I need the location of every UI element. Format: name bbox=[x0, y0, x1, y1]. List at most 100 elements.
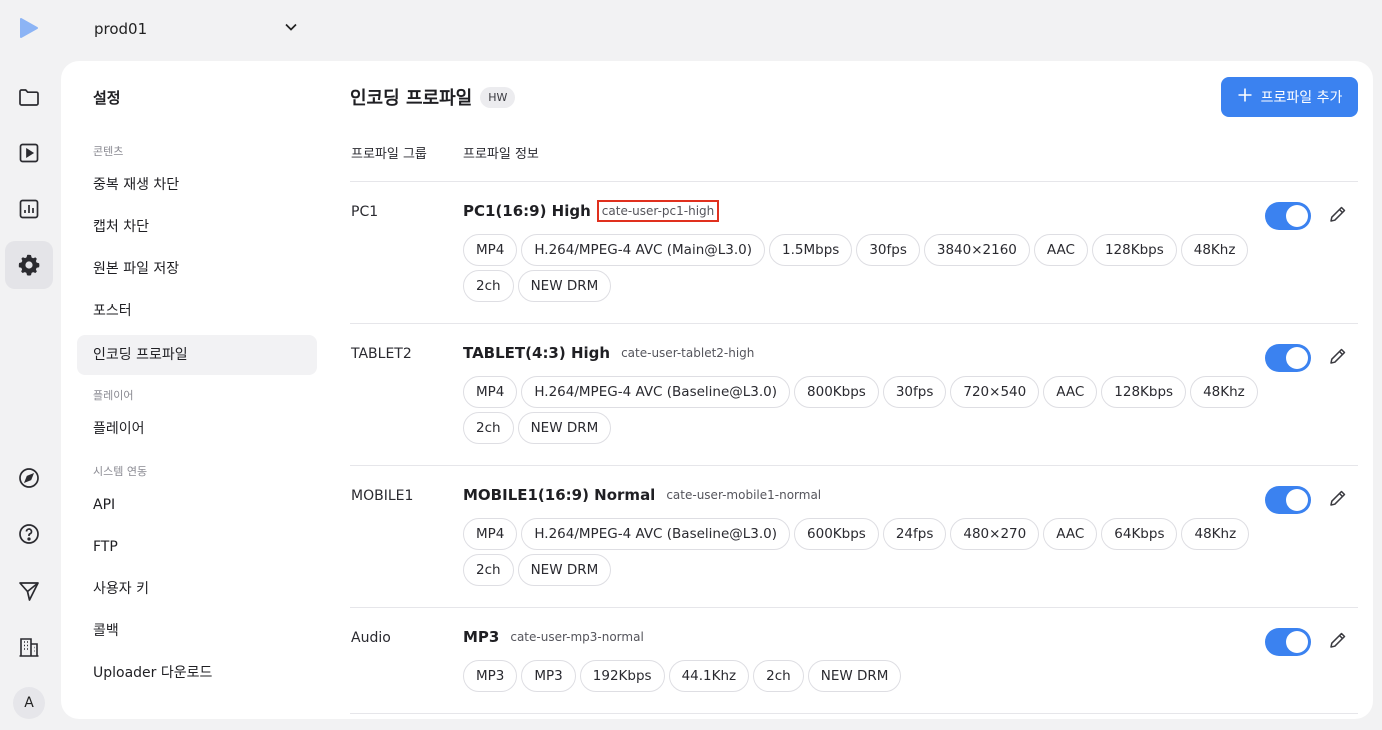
chip-drm: NEW DRM bbox=[807, 660, 902, 692]
page-title: 인코딩 프로파일 HW bbox=[350, 84, 516, 110]
chip-drm: NEW DRM bbox=[517, 270, 612, 302]
profile-chips: MP4 H.264/MPEG-4 AVC (Baseline@L3.0) 800… bbox=[463, 376, 1263, 444]
chip-video-codec: H.264/MPEG-4 AVC (Main@L3.0) bbox=[521, 234, 766, 266]
profile-chips: MP4 H.264/MPEG-4 AVC (Main@L3.0) 1.5Mbps… bbox=[463, 234, 1263, 302]
user-avatar[interactable]: A bbox=[13, 687, 45, 719]
chart-icon[interactable] bbox=[5, 185, 53, 233]
chip-framerate: 30fps bbox=[856, 234, 920, 266]
nav-section-content: 콘텐츠 bbox=[93, 145, 124, 158]
send-icon[interactable] bbox=[5, 567, 53, 615]
edit-pencil-icon[interactable] bbox=[1328, 630, 1350, 652]
column-header-info: 프로파일 정보 bbox=[463, 147, 539, 162]
profile-row: TABLET2 TABLET(4:3) High cate-user-table… bbox=[350, 324, 1358, 466]
profile-name: TABLET(4:3) High bbox=[463, 344, 611, 362]
profile-enable-toggle[interactable] bbox=[1265, 344, 1311, 372]
nav-item-duplicate-block[interactable]: 중복 재생 차단 bbox=[77, 165, 317, 205]
nav-item-api[interactable]: API bbox=[77, 485, 317, 525]
edit-pencil-icon[interactable] bbox=[1328, 488, 1350, 510]
profile-group: Audio bbox=[351, 630, 391, 646]
chip-audio-bitrate: 128Kbps bbox=[1091, 234, 1177, 266]
profile-group: TABLET2 bbox=[351, 346, 412, 362]
chip-video-bitrate: 600Kbps bbox=[794, 518, 879, 550]
nav-item-original-save[interactable]: 원본 파일 저장 bbox=[77, 249, 317, 289]
hw-badge: HW bbox=[480, 86, 516, 108]
chip-drm: NEW DRM bbox=[517, 554, 612, 586]
profile-group: MOBILE1 bbox=[351, 488, 414, 504]
add-profile-label: 프로파일 추가 bbox=[1260, 90, 1343, 106]
chip-channels: 2ch bbox=[463, 554, 514, 586]
nav-item-uploader-download[interactable]: Uploader 다운로드 bbox=[77, 653, 317, 693]
toggle-knob bbox=[1286, 347, 1308, 369]
toggle-knob bbox=[1286, 489, 1308, 511]
chip-framerate: 24fps bbox=[882, 518, 947, 550]
chip-samplerate: 48Khz bbox=[1190, 376, 1258, 408]
nav-item-player[interactable]: 플레이어 bbox=[77, 409, 317, 449]
project-name: prod01 bbox=[94, 20, 148, 38]
plus-icon bbox=[1237, 87, 1253, 107]
edit-pencil-icon[interactable] bbox=[1328, 346, 1350, 368]
settings-title: 설정 bbox=[93, 89, 121, 107]
nav-section-player: 플레이어 bbox=[93, 389, 134, 402]
chip-channels: 2ch bbox=[753, 660, 804, 692]
profile-code: cate-user-mobile1-normal bbox=[666, 488, 822, 502]
chip-resolution: 3840×2160 bbox=[923, 234, 1030, 266]
compass-icon[interactable] bbox=[5, 454, 53, 502]
chip-video-bitrate: 800Kbps bbox=[794, 376, 879, 408]
gear-icon[interactable] bbox=[5, 241, 53, 289]
profile-title: MOBILE1(16:9) Normal cate-user-mobile1-n… bbox=[463, 486, 824, 504]
chip-audio-codec: AAC bbox=[1043, 518, 1098, 550]
chip-audio-codec: AAC bbox=[1033, 234, 1088, 266]
chevron-down-icon bbox=[282, 18, 300, 40]
chip-resolution: 720×540 bbox=[950, 376, 1040, 408]
app-logo-icon[interactable] bbox=[19, 17, 39, 43]
chip-channels: 2ch bbox=[463, 412, 514, 444]
project-selector[interactable]: prod01 bbox=[80, 12, 312, 46]
profile-code: cate-user-pc1-high bbox=[596, 200, 720, 222]
profile-row: MOBILE1 MOBILE1(16:9) Normal cate-user-m… bbox=[350, 466, 1358, 608]
profile-chips: MP4 H.264/MPEG-4 AVC (Baseline@L3.0) 600… bbox=[463, 518, 1263, 586]
profile-row: Audio MP3 cate-user-mp3-normal MP3 MP3 1… bbox=[350, 608, 1358, 714]
chip-video-bitrate: 1.5Mbps bbox=[769, 234, 853, 266]
add-profile-button[interactable]: 프로파일 추가 bbox=[1221, 77, 1358, 117]
chip-video-codec: H.264/MPEG-4 AVC (Baseline@L3.0) bbox=[521, 376, 791, 408]
building-icon[interactable] bbox=[5, 623, 53, 671]
edit-pencil-icon[interactable] bbox=[1328, 204, 1350, 226]
nav-item-ftp[interactable]: FTP bbox=[77, 527, 317, 567]
chip-audio-bitrate: 192Kbps bbox=[579, 660, 665, 692]
chip-samplerate: 44.1Khz bbox=[668, 660, 750, 692]
toggle-knob bbox=[1286, 205, 1308, 227]
profile-title: PC1(16:9) High cate-user-pc1-high bbox=[463, 200, 720, 222]
main-card: 설정 콘텐츠 중복 재생 차단 캡처 차단 원본 파일 저장 포스터 인코딩 프… bbox=[61, 61, 1373, 719]
profile-code: cate-user-mp3-normal bbox=[510, 630, 644, 644]
profile-code: cate-user-tablet2-high bbox=[621, 346, 755, 360]
chip-framerate: 30fps bbox=[882, 376, 947, 408]
nav-item-encoding-profile[interactable]: 인코딩 프로파일 bbox=[77, 335, 317, 375]
nav-item-poster[interactable]: 포스터 bbox=[77, 291, 317, 331]
nav-item-callback[interactable]: 콜백 bbox=[77, 611, 317, 651]
chip-audio-codec: MP3 bbox=[521, 660, 576, 692]
page-title-text: 인코딩 프로파일 bbox=[350, 88, 473, 109]
profile-group: PC1 bbox=[351, 204, 379, 220]
video-icon[interactable] bbox=[5, 129, 53, 177]
chip-container: MP4 bbox=[463, 376, 518, 408]
chip-resolution: 480×270 bbox=[950, 518, 1040, 550]
profile-title: TABLET(4:3) High cate-user-tablet2-high bbox=[463, 344, 757, 362]
help-icon[interactable] bbox=[5, 510, 53, 558]
profile-enable-toggle[interactable] bbox=[1265, 628, 1311, 656]
profile-name: MOBILE1(16:9) Normal bbox=[463, 486, 656, 504]
profile-name: MP3 bbox=[463, 628, 500, 646]
chip-samplerate: 48Khz bbox=[1181, 518, 1250, 550]
folder-icon[interactable] bbox=[5, 73, 53, 121]
chip-samplerate: 48Khz bbox=[1180, 234, 1249, 266]
chip-channels: 2ch bbox=[463, 270, 514, 302]
nav-item-capture-block[interactable]: 캡처 차단 bbox=[77, 207, 317, 247]
profile-enable-toggle[interactable] bbox=[1265, 202, 1311, 230]
app-rail: A bbox=[0, 0, 58, 730]
profile-row: PC1 PC1(16:9) High cate-user-pc1-high MP… bbox=[350, 182, 1358, 324]
chip-container: MP3 bbox=[463, 660, 518, 692]
profile-enable-toggle[interactable] bbox=[1265, 486, 1311, 514]
toggle-knob bbox=[1286, 631, 1308, 653]
chip-audio-bitrate: 128Kbps bbox=[1101, 376, 1187, 408]
nav-item-user-key[interactable]: 사용자 키 bbox=[77, 569, 317, 609]
nav-section-integration: 시스템 연동 bbox=[93, 465, 148, 478]
